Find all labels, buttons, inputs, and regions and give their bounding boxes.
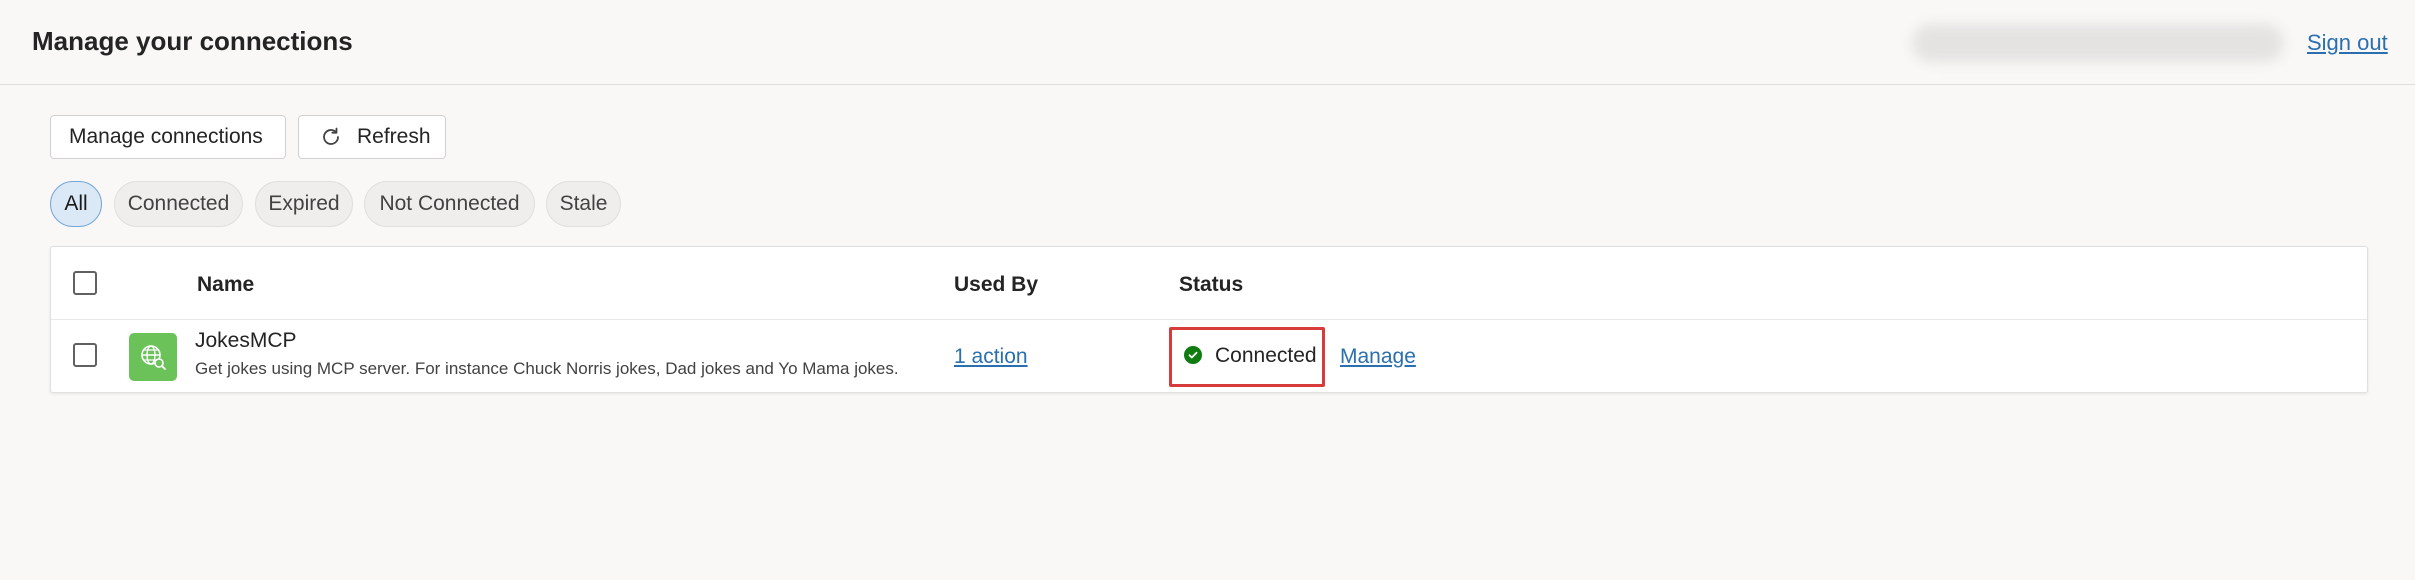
globe-icon <box>129 333 177 381</box>
filter-all[interactable]: All <box>50 181 102 227</box>
refresh-button[interactable]: Refresh <box>298 115 446 159</box>
manage-connections-button[interactable]: Manage connections <box>50 115 286 159</box>
used-by-link[interactable]: 1 action <box>954 345 1028 369</box>
filter-not-connected[interactable]: Not Connected <box>364 181 535 227</box>
table-header-row: Name Used By Status <box>51 247 2367 320</box>
manage-link[interactable]: Manage <box>1340 345 1416 369</box>
table-row[interactable]: JokesMCP Get jokes using MCP server. For… <box>51 319 2367 393</box>
check-circle-icon <box>1184 346 1202 364</box>
connection-name: JokesMCP <box>195 329 297 352</box>
page-header: Manage your connections Sign out <box>0 0 2415 85</box>
refresh-label: Refresh <box>357 125 431 148</box>
column-header-used-by: Used By <box>954 273 1039 296</box>
row-checkbox[interactable] <box>73 343 97 367</box>
refresh-icon <box>319 125 343 149</box>
manage-connections-label: Manage connections <box>69 125 263 148</box>
page-title: Manage your connections <box>32 26 353 56</box>
filter-expired[interactable]: Expired <box>255 181 353 227</box>
column-header-status: Status <box>1179 273 1244 296</box>
user-account-blurred[interactable] <box>1912 24 2284 62</box>
status-text: Connected <box>1215 344 1317 367</box>
column-header-name: Name <box>197 273 255 296</box>
sign-out-link[interactable]: Sign out <box>2307 30 2388 56</box>
connection-description: Get jokes using MCP server. For instance… <box>195 359 899 378</box>
filter-stale[interactable]: Stale <box>546 181 621 227</box>
connections-table: Name Used By Status JokesMCP Get jokes u… <box>50 246 2368 393</box>
select-all-checkbox[interactable] <box>73 271 97 295</box>
filter-connected[interactable]: Connected <box>114 181 243 227</box>
